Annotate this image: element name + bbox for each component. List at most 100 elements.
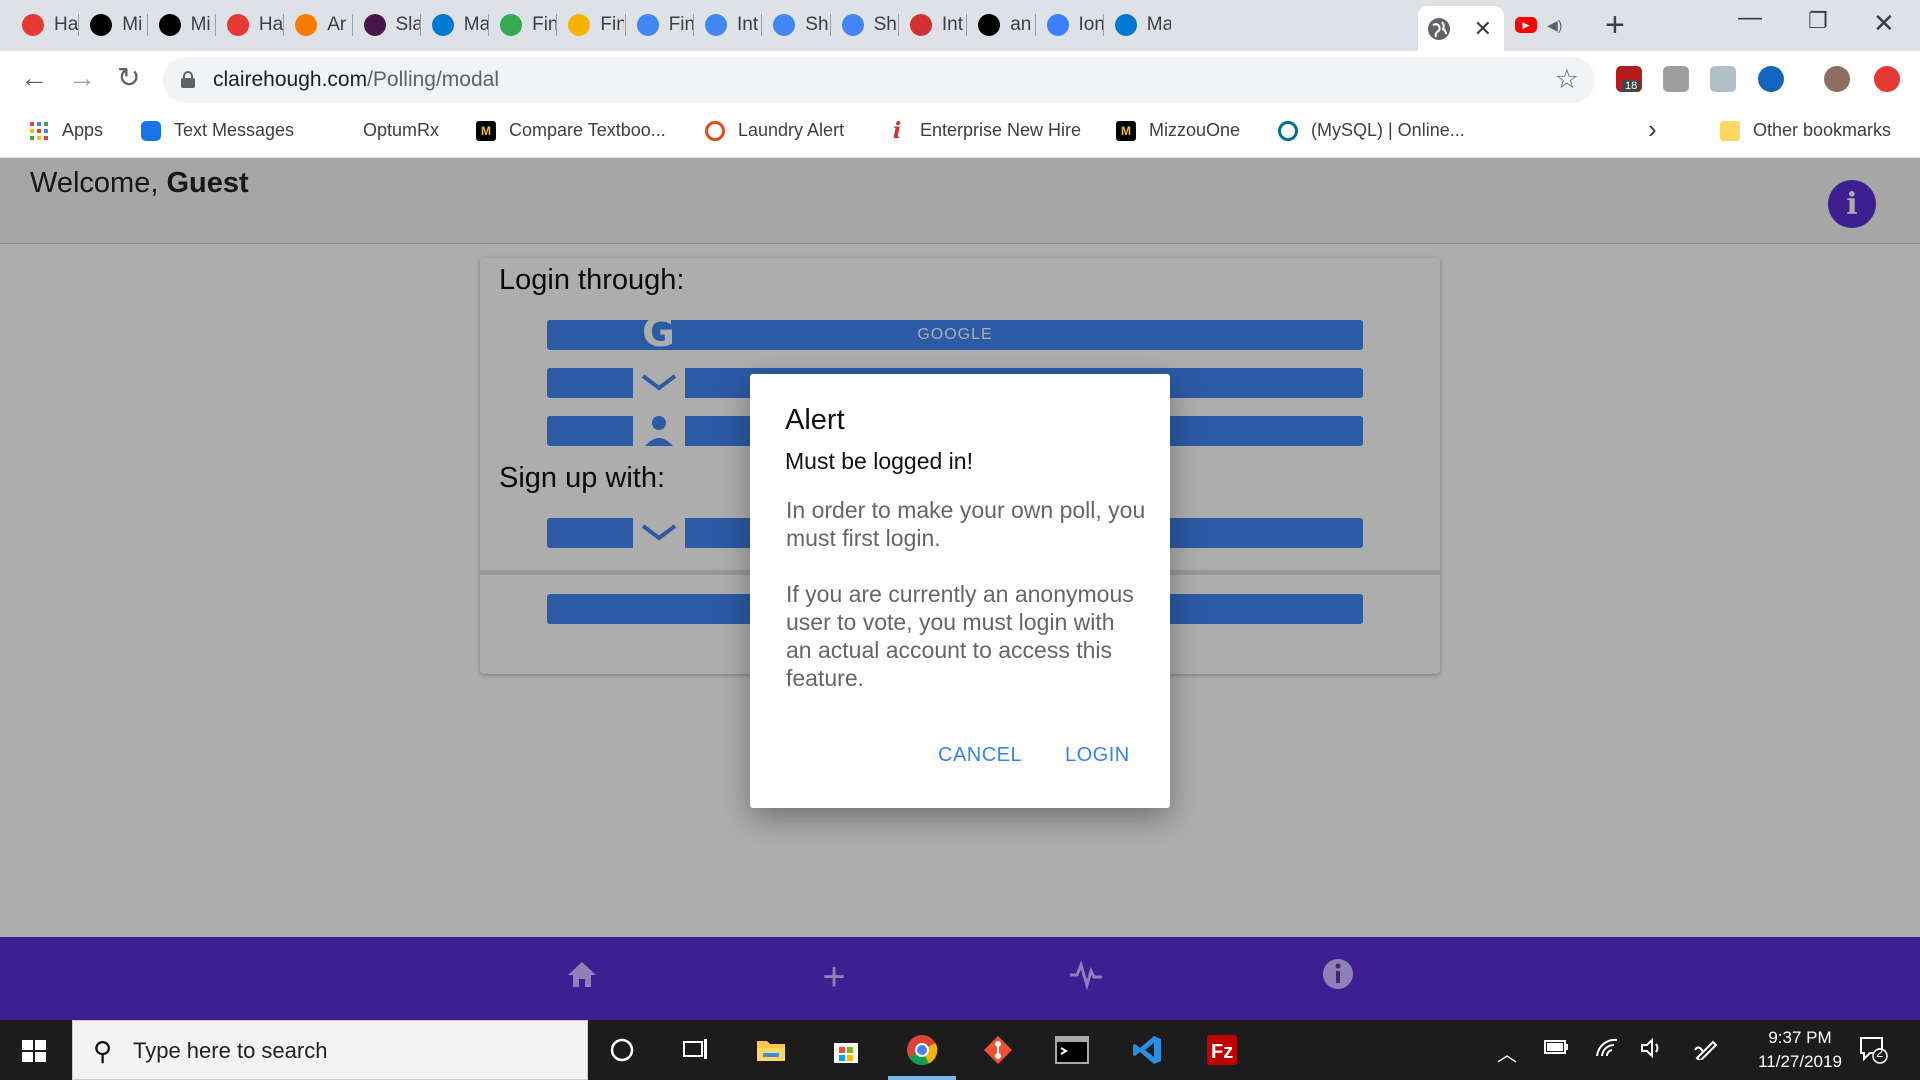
volume-icon[interactable] bbox=[1640, 1037, 1666, 1064]
restore-button[interactable]: ❐ bbox=[1808, 8, 1828, 34]
bookmark-star-icon[interactable]: ☆ bbox=[1555, 64, 1579, 95]
docs-icon bbox=[705, 14, 727, 36]
reload-icon[interactable]: ↻ bbox=[117, 63, 140, 93]
new-tab-button[interactable]: + bbox=[1605, 8, 1625, 42]
tab-separator bbox=[829, 14, 831, 36]
browser-tab[interactable]: Fin bbox=[558, 8, 624, 42]
tab-separator bbox=[283, 14, 285, 36]
browser-tab[interactable]: an bbox=[968, 8, 1034, 42]
wifi-icon[interactable] bbox=[1595, 1038, 1619, 1064]
browser-tab[interactable]: Ma bbox=[422, 8, 488, 42]
extension-icon[interactable] bbox=[1710, 66, 1736, 92]
tab-separator bbox=[556, 14, 558, 36]
app-page: Welcome, Guest i Login through: G GOOGLE… bbox=[0, 158, 1920, 1020]
battery-icon[interactable] bbox=[1544, 1038, 1570, 1062]
bookmark-label: Laundry Alert bbox=[738, 120, 845, 140]
windows-taskbar: ⚲ Type here to search Fz ︿ 9:37 PM 11/27… bbox=[0, 1020, 1920, 1080]
browser-tab-label: Ma bbox=[463, 14, 488, 35]
login-button[interactable]: LOGIN bbox=[1065, 744, 1130, 767]
browser-tab[interactable]: Int bbox=[695, 8, 761, 42]
bookmark-laundry-alert[interactable]: Laundry Alert bbox=[705, 120, 844, 141]
bookmarks-overflow-chevron-icon[interactable]: › bbox=[1648, 114, 1657, 145]
tab-separator bbox=[966, 14, 968, 36]
extension-icon[interactable]: 18 bbox=[1616, 66, 1642, 92]
browser-tab[interactable]: Ha bbox=[217, 8, 283, 42]
info-icon[interactable] bbox=[1318, 957, 1358, 997]
search-placeholder: Type here to search bbox=[133, 1038, 328, 1063]
browser-tab[interactable]: Mi bbox=[80, 8, 146, 42]
store-icon[interactable] bbox=[828, 1032, 864, 1068]
browser-tab[interactable]: Mi bbox=[149, 8, 215, 42]
update-icon[interactable] bbox=[1874, 66, 1900, 92]
tray-overflow-chevron-icon[interactable]: ︿ bbox=[1497, 1038, 1517, 1067]
clock-date: 11/27/2019 bbox=[1758, 1052, 1842, 1071]
system-clock[interactable]: 9:37 PM 11/27/2019 bbox=[1740, 1026, 1860, 1074]
add-icon[interactable]: + bbox=[814, 957, 854, 997]
windows-start-icon[interactable] bbox=[22, 1040, 46, 1062]
bookmark-enterprise-new-hire[interactable]: i Enterprise New Hire bbox=[887, 118, 1081, 144]
filezilla-icon[interactable]: Fz bbox=[1204, 1032, 1240, 1068]
taskbar-search-box[interactable]: ⚲ Type here to search bbox=[72, 1020, 588, 1080]
browser-tab[interactable]: Fin bbox=[490, 8, 556, 42]
browser-tab-label: Ha bbox=[54, 14, 78, 35]
browser-tab-youtube[interactable]: ▶ ◀) bbox=[1505, 8, 1585, 42]
window-close-button[interactable]: ✕ bbox=[1873, 8, 1895, 39]
browser-tab[interactable]: Ha bbox=[12, 8, 78, 42]
active-app-indicator bbox=[888, 1076, 956, 1080]
browser-tab[interactable]: Ion bbox=[1037, 8, 1103, 42]
chrome-icon[interactable] bbox=[904, 1032, 940, 1068]
bookmark-compare-textbooks[interactable]: M Compare Textboo... bbox=[476, 120, 666, 141]
tab-active[interactable]: ✕ bbox=[1418, 6, 1504, 51]
pen-icon[interactable] bbox=[1693, 1038, 1719, 1066]
terminal-icon[interactable] bbox=[1054, 1032, 1090, 1068]
docs-icon bbox=[636, 14, 659, 36]
bookmark-optumrx[interactable]: OptumRx bbox=[363, 120, 439, 141]
browser-tab-label: Ar bbox=[327, 14, 347, 35]
file-explorer-icon[interactable] bbox=[753, 1032, 789, 1068]
avatar[interactable] bbox=[1824, 66, 1850, 92]
browser-tab[interactable]: Ar bbox=[285, 8, 351, 42]
cancel-button[interactable]: CANCEL bbox=[938, 744, 1022, 767]
browser-tab-label: Sh bbox=[873, 14, 897, 35]
bookmark-mysql[interactable]: (MySQL) | Online... bbox=[1278, 120, 1465, 141]
browser-tab[interactable]: Sla bbox=[354, 8, 420, 42]
outlook-icon bbox=[431, 14, 454, 36]
speaker-icon[interactable]: ◀) bbox=[1547, 17, 1562, 34]
browser-tab[interactable]: Ma bbox=[1105, 8, 1171, 42]
address-bar[interactable]: clairehough.com/Polling/modal ☆ bbox=[163, 57, 1595, 103]
url-text[interactable]: clairehough.com/Polling/modal bbox=[213, 68, 499, 92]
bookmark-mizzouone[interactable]: M MizzouOne bbox=[1116, 120, 1240, 141]
git-icon[interactable] bbox=[980, 1032, 1016, 1068]
task-view-icon[interactable] bbox=[678, 1032, 714, 1068]
tab-separator bbox=[214, 14, 216, 36]
notification-count: 2 bbox=[1876, 1045, 1884, 1060]
mizzou-icon: M bbox=[1116, 120, 1136, 141]
chat-icon bbox=[841, 14, 864, 36]
close-tab-icon[interactable]: ✕ bbox=[1474, 16, 1492, 42]
cortana-icon[interactable] bbox=[604, 1032, 640, 1068]
browser-tab[interactable]: Sh bbox=[763, 8, 829, 42]
tab-separator bbox=[1034, 14, 1036, 36]
extension-icon[interactable] bbox=[1758, 66, 1784, 92]
minimize-button[interactable]: — bbox=[1738, 4, 1762, 32]
slides-icon bbox=[568, 14, 591, 36]
browser-tab[interactable]: Int bbox=[900, 8, 966, 42]
forward-icon[interactable]: → bbox=[68, 63, 96, 93]
bookmark-text-messages[interactable]: Text Messages bbox=[141, 120, 294, 141]
back-icon[interactable]: ← bbox=[20, 63, 48, 93]
bookmark-apps[interactable]: Apps bbox=[29, 120, 103, 141]
extension-icon[interactable] bbox=[1663, 66, 1689, 92]
browser-tab-label: Sh bbox=[805, 14, 829, 35]
tab-separator bbox=[419, 14, 421, 36]
vscode-icon[interactable] bbox=[1129, 1032, 1165, 1068]
target-icon bbox=[226, 14, 249, 36]
activity-pulse-icon[interactable] bbox=[1066, 957, 1106, 997]
notification-icon[interactable]: 2 bbox=[1858, 1034, 1888, 1064]
browser-tab[interactable]: Sh bbox=[832, 8, 898, 42]
browser-tab-label: Ion bbox=[1078, 14, 1103, 35]
other-bookmarks[interactable]: Other bookmarks bbox=[1720, 120, 1891, 141]
browser-tab-label: Mi bbox=[122, 14, 143, 35]
browser-tab[interactable]: Fin bbox=[627, 8, 693, 42]
home-icon[interactable] bbox=[562, 957, 602, 997]
box-icon bbox=[295, 14, 318, 36]
